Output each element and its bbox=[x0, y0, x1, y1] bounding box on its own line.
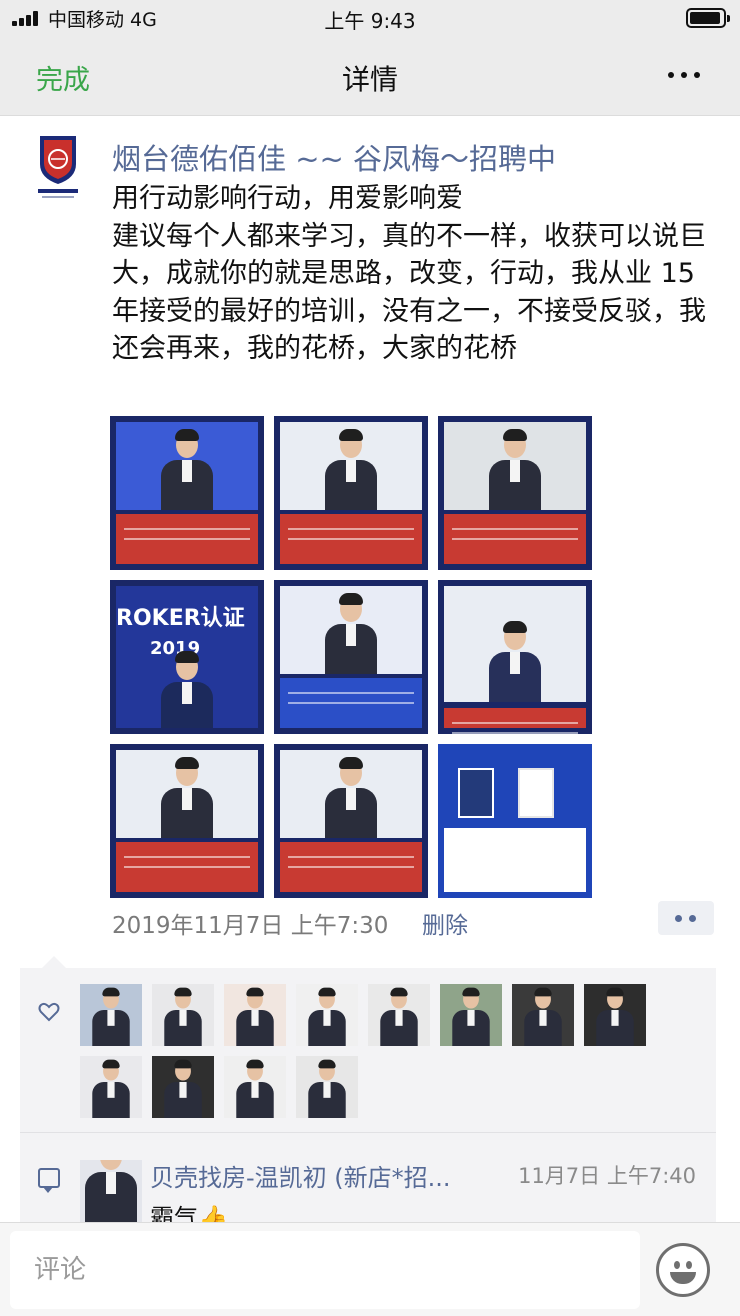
photo-7[interactable] bbox=[110, 744, 264, 898]
page-title: 详情 bbox=[341, 63, 398, 96]
emoji-icon[interactable] bbox=[656, 1243, 710, 1297]
comment-author[interactable]: 贝壳找房-温凯初 (新店*招... bbox=[150, 1158, 451, 1193]
comment-icon bbox=[38, 1168, 60, 1193]
more-dots-icon[interactable] bbox=[668, 72, 700, 80]
photo-4[interactable]: ROKER认证 2019 bbox=[110, 580, 264, 734]
battery-icon bbox=[686, 8, 730, 28]
photo-4-banner-text: ROKER认证 bbox=[116, 606, 245, 631]
liker-avatar[interactable] bbox=[152, 1056, 214, 1118]
liker-avatar[interactable] bbox=[512, 984, 574, 1046]
clock: 上午 9:43 bbox=[324, 9, 416, 33]
liker-avatar[interactable] bbox=[80, 984, 142, 1046]
liker-avatar[interactable] bbox=[296, 1056, 358, 1118]
comment-input-bar bbox=[0, 1222, 740, 1316]
delete-link[interactable]: 删除 bbox=[422, 906, 468, 940]
photo-grid: ROKER认证 2019 bbox=[110, 416, 592, 898]
photo-6[interactable] bbox=[438, 580, 592, 734]
photo-9[interactable] bbox=[438, 744, 592, 898]
photo-8[interactable] bbox=[274, 744, 428, 898]
photo-2[interactable] bbox=[274, 416, 428, 570]
comment-timestamp: 11月7日 上午7:40 bbox=[518, 1164, 696, 1188]
shield-logo-icon bbox=[38, 136, 78, 198]
liker-avatar[interactable] bbox=[152, 984, 214, 1046]
photo-3[interactable] bbox=[438, 416, 592, 570]
liker-avatar[interactable] bbox=[584, 984, 646, 1046]
comment-input[interactable] bbox=[10, 1231, 640, 1309]
post-text: 用行动影响行动，用爱影响爱 建议每个人都来学习，真的不一样，收获可以说巨大，成就… bbox=[112, 183, 706, 364]
likes-comments-panel: 贝壳找房-温凯初 (新店*招... 11月7日 上午7:40 霸气👍 bbox=[20, 956, 716, 1232]
liker-avatar[interactable] bbox=[440, 984, 502, 1046]
liker-avatar[interactable] bbox=[296, 984, 358, 1046]
nav-bar: 完成 详情 bbox=[0, 36, 740, 116]
liker-avatar[interactable] bbox=[224, 984, 286, 1046]
photo-5[interactable] bbox=[274, 580, 428, 734]
status-bar: 中国移动 4G 上午 9:43 bbox=[0, 0, 740, 36]
heart-icon bbox=[38, 1002, 60, 1022]
divider bbox=[20, 1132, 716, 1133]
liker-avatar[interactable] bbox=[80, 1056, 142, 1118]
liker-avatar[interactable] bbox=[368, 984, 430, 1046]
post-author-name[interactable]: 烟台德佑佰佳 ~~ 谷凤梅～招聘中 bbox=[112, 136, 556, 178]
photo-1[interactable] bbox=[110, 416, 264, 570]
post-timestamp: 2019年11月7日 上午7:30 bbox=[112, 913, 389, 939]
author-avatar[interactable] bbox=[34, 134, 82, 202]
comment-avatar[interactable] bbox=[80, 1160, 142, 1222]
liker-avatar[interactable] bbox=[224, 1056, 286, 1118]
post-actions-button[interactable] bbox=[658, 901, 714, 935]
